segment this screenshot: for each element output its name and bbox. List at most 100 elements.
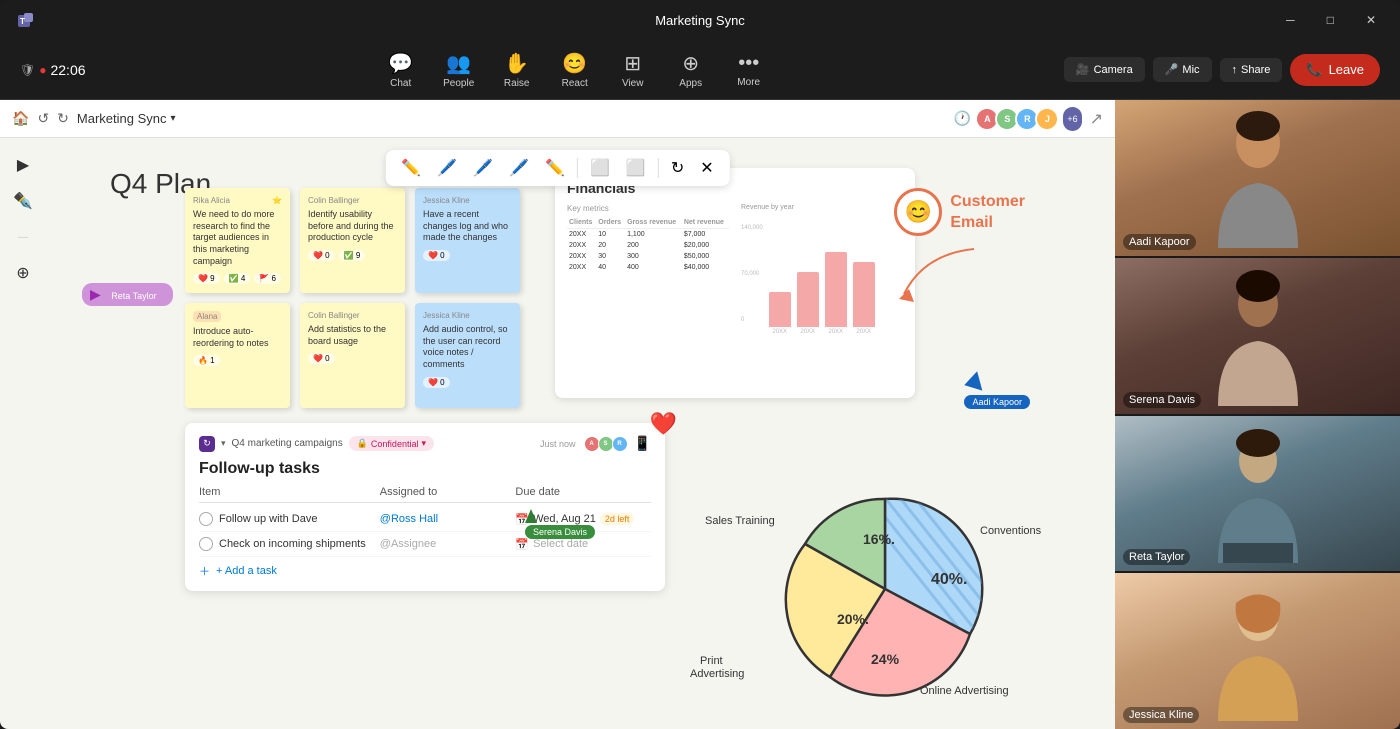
apps-button[interactable]: ⊕ Apps	[666, 47, 716, 93]
react-button[interactable]: 😊 React	[550, 47, 600, 93]
svg-text:Print: Print	[700, 655, 723, 667]
share-button[interactable]: ↑ Share	[1220, 58, 1283, 82]
avatar-4: J	[1035, 107, 1059, 131]
leave-button[interactable]: 📞 Leave	[1290, 54, 1380, 86]
meeting-toolbar: 🛡 ● 22:06 💬 Chat 👥 People ✋ Raise 😊 Reac…	[0, 40, 1400, 100]
whiteboard-area: 🏠 ↺ ↻ Marketing Sync ▾ 🕐 A S R J +6	[0, 100, 1115, 729]
main-content: 🏠 ↺ ↻ Marketing Sync ▾ 🕐 A S R J +6	[0, 100, 1400, 729]
select-tool[interactable]: ▶	[8, 150, 38, 180]
task-card-header: ↻ ▾ Q4 marketing campaigns 🔒 Confidentia…	[199, 435, 651, 452]
participant-avatars: A S R J +6	[979, 107, 1081, 131]
app-window: T Marketing Sync ─ □ ✕ 🛡 ● 22:06 💬 Chat	[0, 0, 1400, 729]
highlighter-tool[interactable]: 🖊️	[469, 156, 497, 180]
view-button[interactable]: ⊞ View	[608, 47, 658, 93]
undo-icon[interactable]: ↺	[37, 110, 49, 127]
add-tool[interactable]: ⊕	[8, 258, 38, 288]
close-drawing-toolbar-icon[interactable]: ✕	[696, 156, 717, 180]
sticky-note-2: Colin Ballinger Identify usability befor…	[300, 188, 405, 293]
eraser2-tool[interactable]: ⬜	[622, 156, 650, 180]
redo-icon[interactable]: ↻	[57, 110, 69, 127]
raise-button[interactable]: ✋ Raise	[492, 47, 542, 93]
loop-icon: ↻	[199, 436, 215, 452]
note-author-4: Alana	[193, 311, 221, 322]
task-card: ❤️ ↻ ▾ Q4 marketing campaigns 🔒 Confiden…	[185, 423, 665, 591]
mic-button[interactable]: 🎤 Mic	[1153, 57, 1212, 82]
pen-tool[interactable]: 🖊️	[433, 156, 461, 180]
maximize-button[interactable]: □	[1319, 9, 1342, 31]
title-bar-left: T	[16, 9, 38, 31]
close-button[interactable]: ✕	[1358, 9, 1384, 31]
reta-cursor-label: ▶ Reta Taylor	[82, 283, 173, 306]
note-body-6: Add audio control, so the user can recor…	[423, 324, 512, 371]
task-table-header: Item Assigned to Due date	[199, 486, 651, 503]
toolbar-divider-1	[577, 158, 578, 178]
eraser-tool[interactable]: ⬜	[586, 156, 614, 180]
financials-bar-chart: Revenue by year 140,000 70,000 0	[741, 204, 903, 374]
title-bar-controls: ─ □ ✕	[1278, 9, 1384, 31]
left-toolbar: ▶ ✒️ — ⊕	[8, 150, 38, 288]
chat-button[interactable]: 💬 Chat	[376, 47, 426, 93]
pie-chart-section: 40%. 16%. 20%. 24% Conventions Sales Tra…	[685, 479, 1065, 699]
timestamp: Just now	[540, 439, 576, 449]
bar-2	[797, 272, 819, 327]
add-icon: ＋	[199, 563, 210, 579]
note-body-3: Have a recent changes log and who made t…	[423, 209, 512, 244]
people-icon: 👥	[446, 51, 471, 76]
more-icon: •••	[738, 52, 759, 75]
people-button[interactable]: 👥 People	[434, 47, 484, 93]
title-bar: T Marketing Sync ─ □ ✕	[0, 0, 1400, 40]
reaction-6: ❤️ 0	[423, 377, 450, 388]
clock-icon: 🕐	[954, 110, 971, 127]
share-whiteboard-icon[interactable]: ↗	[1090, 109, 1103, 129]
add-task-row[interactable]: ＋ + Add a task	[199, 557, 651, 579]
jessica-video-bg	[1115, 573, 1400, 729]
bar-1	[769, 292, 791, 327]
task-checkbox-1[interactable]	[199, 512, 213, 526]
shield-icon: 🛡	[20, 63, 35, 77]
aadi-name-label: Aadi Kapoor	[1123, 234, 1196, 250]
annotation-arrow-svg	[894, 244, 994, 304]
toolbar-divider-2	[658, 158, 659, 178]
camera-button[interactable]: 🎥 Camera	[1064, 57, 1145, 82]
task-assigned-2[interactable]: @Assignee	[380, 538, 516, 550]
aadi-silhouette	[1208, 108, 1308, 248]
svg-text:Advertising: Advertising	[690, 668, 744, 680]
pencil-tool[interactable]: ✏️	[397, 156, 425, 180]
task-checkbox-2[interactable]	[199, 537, 213, 551]
reaction-flag: 🚩 6	[254, 273, 281, 284]
whiteboard-nav: 🏠 ↺ ↻ Marketing Sync ▾ 🕐 A S R J +6	[0, 100, 1115, 138]
sticky-note-5: Colin Ballinger Add statistics to the bo…	[300, 303, 405, 408]
marker-tool[interactable]: 🖊️	[505, 156, 533, 180]
mic-icon: 🎤	[1165, 63, 1179, 76]
fin-col-net: Net revenue	[682, 217, 729, 229]
task-assigned-1[interactable]: @Ross Hall	[380, 513, 516, 525]
confidential-badge: 🔒 Confidential ▾	[349, 436, 434, 451]
raise-hand-icon: ✋	[504, 51, 529, 76]
dropdown-icon[interactable]: ▾	[171, 113, 176, 124]
bar-col-1: 20XX	[769, 292, 791, 335]
fin-col-gross: Gross revenue	[625, 217, 682, 229]
wb-nav-right: 🕐 A S R J +6 ↗	[954, 107, 1103, 131]
video-tile-serena: Serena Davis	[1115, 258, 1400, 414]
reaction-check: ✅ 4	[224, 273, 251, 284]
draw-tool-btn[interactable]: ✒️	[8, 186, 38, 216]
financials-table: Key metrics Clients Orders Gross revenue…	[567, 204, 729, 374]
fin-row-1: 20XX101,100$7,000	[567, 229, 729, 241]
yellow-pen-tool[interactable]: ✏️	[541, 156, 569, 180]
note-author-5: Colin Ballinger	[308, 311, 360, 320]
customer-email-annotation: 😊 CustomerEmail	[894, 188, 1025, 309]
home-icon[interactable]: 🏠	[12, 110, 29, 127]
col-item-header: Item	[199, 486, 380, 498]
video-tile-jessica: Jessica Kline	[1115, 573, 1400, 729]
svg-text:Online Advertising: Online Advertising	[920, 685, 1009, 697]
bar-3	[825, 252, 847, 327]
reaction-2: ❤️ 0	[308, 250, 335, 261]
sticky-note-4: Alana Introduce auto-reordering to notes…	[185, 303, 290, 408]
jessica-silhouette	[1208, 581, 1308, 721]
minimize-button[interactable]: ─	[1278, 9, 1303, 31]
card-avatar-3: R	[612, 436, 628, 452]
loop-dropdown[interactable]: ▾	[221, 438, 226, 449]
refresh-icon[interactable]: ↻	[667, 156, 688, 180]
more-button[interactable]: ••• More	[724, 48, 774, 92]
reta-name-tag: Reta Taylor	[103, 289, 164, 303]
